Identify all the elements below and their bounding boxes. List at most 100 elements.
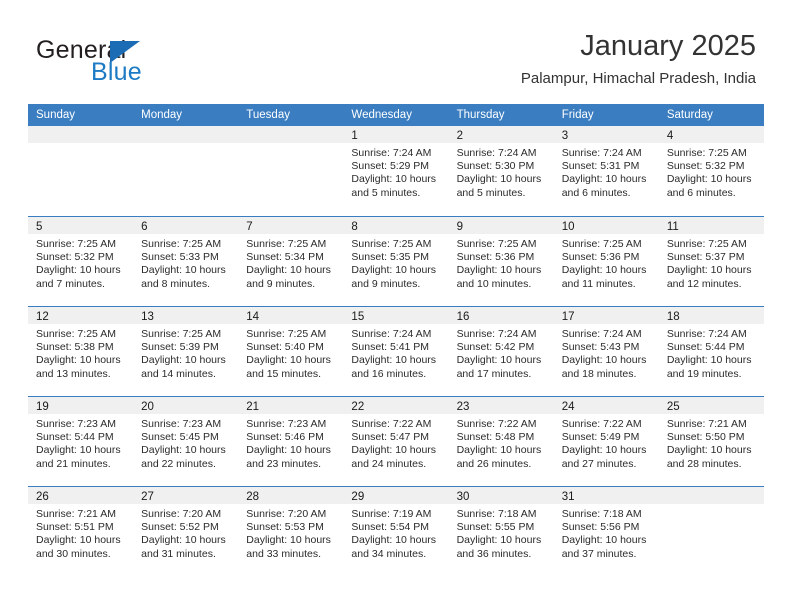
week-row: 5 Sunrise: 7:25 AM Sunset: 5:32 PM Daylight… [28, 216, 764, 306]
date-number: 16 [456, 311, 470, 323]
day-cell[interactable]: 3 Sunrise: 7:24 AM Sunset: 5:31 PM Daylight… [553, 126, 659, 216]
date-band: 31 [553, 487, 659, 504]
general-blue-logo[interactable]: General Blue [36, 36, 226, 86]
sunrise-time: Sunrise: 7:21 AM [666, 418, 747, 430]
day-cell[interactable]: 30 Sunrise: 7:18 AM Sunset: 5:55 PM Dayligh… [448, 487, 554, 576]
location-subtitle: Palampur, Himachal Pradesh, India [520, 70, 756, 87]
day-cell[interactable]: 7 Sunrise: 7:25 AM Sunset: 5:34 PM Daylight… [238, 217, 344, 306]
date-band: 7 [238, 217, 344, 234]
daylight-duration-line1: Daylight: 10 hours [456, 534, 542, 547]
date-band: 21 [238, 397, 344, 414]
day-cell[interactable]: 29 Sunrise: 7:19 AM Sunset: 5:54 PM Dayligh… [343, 487, 449, 576]
daylight-duration-line2: and 26 minutes. [456, 457, 532, 470]
day-cell[interactable]: 25 Sunrise: 7:21 AM Sunset: 5:50 PM Dayligh… [658, 397, 764, 486]
day-cell[interactable]: 11 Sunrise: 7:25 AM Sunset: 5:37 PM Dayligh… [658, 217, 764, 306]
day-cell[interactable]: 2 Sunrise: 7:24 AM Sunset: 5:30 PM Daylight… [448, 126, 554, 216]
sunset-time: Sunset: 5:56 PM [561, 521, 640, 534]
sunrise-time: Sunrise: 7:21 AM [36, 508, 116, 520]
day-cell[interactable]: 28 Sunrise: 7:20 AM Sunset: 5:53 PM Dayligh… [238, 487, 344, 576]
day-cell[interactable]: 10 Sunrise: 7:25 AM Sunset: 5:36 PM Dayligh… [553, 217, 659, 306]
day-cell[interactable]: 8 Sunrise: 7:25 AM Sunset: 5:35 PM Daylight… [343, 217, 449, 306]
daylight-duration-line2: and 28 minutes. [666, 457, 742, 470]
weekday-tuesday: Tuesday [246, 109, 290, 121]
day-cell[interactable]: 9 Sunrise: 7:25 AM Sunset: 5:36 PM Daylight… [448, 217, 554, 306]
sunrise-time: Sunrise: 7:20 AM [246, 508, 327, 520]
day-cell[interactable]: 15 Sunrise: 7:24 AM Sunset: 5:41 PM Dayligh… [343, 307, 449, 396]
date-number: 30 [456, 491, 470, 503]
day-cell[interactable]: 1 Sunrise: 7:24 AM Sunset: 5:29 PM Daylight… [343, 126, 449, 216]
day-cell[interactable]: 20 Sunrise: 7:23 AM Sunset: 5:45 PM Dayligh… [133, 397, 239, 486]
date-number: 8 [351, 221, 358, 233]
day-cell[interactable]: 14 Sunrise: 7:25 AM Sunset: 5:40 PM Dayligh… [238, 307, 344, 396]
date-number: 31 [561, 491, 575, 503]
date-band: 19 [28, 397, 134, 414]
daylight-duration-line2: and 7 minutes. [36, 277, 105, 290]
day-cell[interactable]: 4 Sunrise: 7:25 AM Sunset: 5:32 PM Daylight… [658, 126, 764, 216]
date-number: 13 [141, 311, 154, 323]
sunrise-time: Sunrise: 7:25 AM [456, 238, 537, 250]
day-cell[interactable]: 13 Sunrise: 7:25 AM Sunset: 5:39 PM Dayligh… [133, 307, 239, 396]
day-details: Sunrise: 7:25 AM Sunset: 5:40 PM Daylight:… [238, 324, 343, 381]
page-header: General Blue January 2025 Palampur, Hima… [0, 0, 792, 100]
day-details: Sunrise: 7:20 AM Sunset: 5:53 PM Daylight:… [238, 504, 343, 561]
day-cell[interactable]: 6 Sunrise: 7:25 AM Sunset: 5:33 PM Daylight… [133, 217, 239, 306]
day-details: Sunrise: 7:20 AM Sunset: 5:52 PM Daylight:… [133, 504, 238, 561]
day-cell[interactable]: 27 Sunrise: 7:20 AM Sunset: 5:52 PM Dayligh… [133, 487, 239, 576]
sunset-time: Sunset: 5:30 PM [456, 160, 535, 173]
sunrise-time: Sunrise: 7:24 AM [666, 328, 747, 340]
date-band: 22 [343, 397, 449, 414]
day-cell[interactable]: 22 Sunrise: 7:22 AM Sunset: 5:47 PM Dayligh… [343, 397, 449, 486]
day-cell[interactable]: 19 Sunrise: 7:23 AM Sunset: 5:44 PM Dayligh… [28, 397, 134, 486]
weeks-container: 1 Sunrise: 7:24 AM Sunset: 5:29 PM Daylight… [28, 126, 764, 576]
daylight-duration-line2: and 31 minutes. [141, 547, 216, 560]
daylight-duration-line2: and 12 minutes. [666, 277, 742, 290]
daylight-duration-line2: and 22 minutes. [141, 457, 216, 470]
sunset-time: Sunset: 5:44 PM [666, 341, 745, 354]
sunset-time: Sunset: 5:37 PM [666, 251, 745, 264]
title-block: January 2025 Palampur, Himachal Pradesh,… [521, 28, 756, 90]
date-band: 17 [553, 307, 659, 324]
day-cell[interactable]: 31 Sunrise: 7:18 AM Sunset: 5:56 PM Dayligh… [553, 487, 659, 576]
daylight-duration-line1: Daylight: 10 hours [351, 444, 437, 457]
sunrise-time: Sunrise: 7:25 AM [36, 238, 116, 250]
sunset-time: Sunset: 5:43 PM [561, 341, 640, 354]
weekday-thursday: Thursday [456, 109, 505, 121]
daylight-duration-line1: Daylight: 10 hours [351, 264, 437, 277]
date-band: 14 [238, 307, 344, 324]
daylight-duration-line2: and 9 minutes. [351, 277, 421, 290]
day-cell[interactable]: 16 Sunrise: 7:24 AM Sunset: 5:42 PM Dayligh… [448, 307, 554, 396]
daylight-duration-line2: and 37 minutes. [561, 547, 637, 560]
day-cell[interactable]: 21 Sunrise: 7:23 AM Sunset: 5:46 PM Dayligh… [238, 397, 344, 486]
day-cell[interactable]: 5 Sunrise: 7:25 AM Sunset: 5:32 PM Daylight… [28, 217, 134, 306]
day-details: Sunrise: 7:25 AM Sunset: 5:34 PM Daylight:… [238, 234, 343, 291]
week-row: 12 Sunrise: 7:25 AM Sunset: 5:38 PM Dayligh… [28, 306, 764, 396]
day-cell[interactable]: 26 Sunrise: 7:21 AM Sunset: 5:51 PM Dayligh… [28, 487, 134, 576]
day-details [133, 143, 238, 147]
day-cell-empty [238, 126, 344, 216]
calendar-grid: Sunday Monday Tuesday Wednesday Thursday… [28, 104, 764, 576]
sunrise-time: Sunrise: 7:25 AM [561, 238, 642, 250]
sunset-time: Sunset: 5:40 PM [246, 341, 324, 354]
sunset-time: Sunset: 5:44 PM [36, 431, 114, 444]
day-cell[interactable]: 23 Sunrise: 7:22 AM Sunset: 5:48 PM Dayligh… [448, 397, 554, 486]
day-details: Sunrise: 7:22 AM Sunset: 5:48 PM Daylight:… [449, 414, 554, 471]
date-band: 1 [343, 126, 449, 143]
day-cell[interactable]: 12 Sunrise: 7:25 AM Sunset: 5:38 PM Dayligh… [28, 307, 134, 396]
date-band: 20 [133, 397, 239, 414]
day-cell[interactable]: 24 Sunrise: 7:22 AM Sunset: 5:49 PM Dayligh… [553, 397, 659, 486]
sunrise-time: Sunrise: 7:25 AM [141, 238, 222, 250]
daylight-duration-line2: and 15 minutes. [246, 367, 321, 380]
day-cell[interactable]: 17 Sunrise: 7:24 AM Sunset: 5:43 PM Dayligh… [553, 307, 659, 396]
sunset-time: Sunset: 5:47 PM [351, 431, 430, 444]
sunrise-time: Sunrise: 7:25 AM [666, 147, 747, 159]
date-band: 8 [343, 217, 449, 234]
daylight-duration-line1: Daylight: 10 hours [351, 354, 437, 367]
sunset-time: Sunset: 5:55 PM [456, 521, 535, 534]
sunrise-time: Sunrise: 7:24 AM [561, 328, 642, 340]
daylight-duration-line2: and 13 minutes. [36, 367, 111, 380]
daylight-duration-line1: Daylight: 10 hours [561, 444, 647, 457]
day-cell[interactable]: 18 Sunrise: 7:24 AM Sunset: 5:44 PM Dayligh… [658, 307, 764, 396]
daylight-duration-line1: Daylight: 10 hours [351, 173, 437, 186]
sunrise-time: Sunrise: 7:24 AM [351, 328, 432, 340]
date-number: 21 [246, 401, 260, 413]
